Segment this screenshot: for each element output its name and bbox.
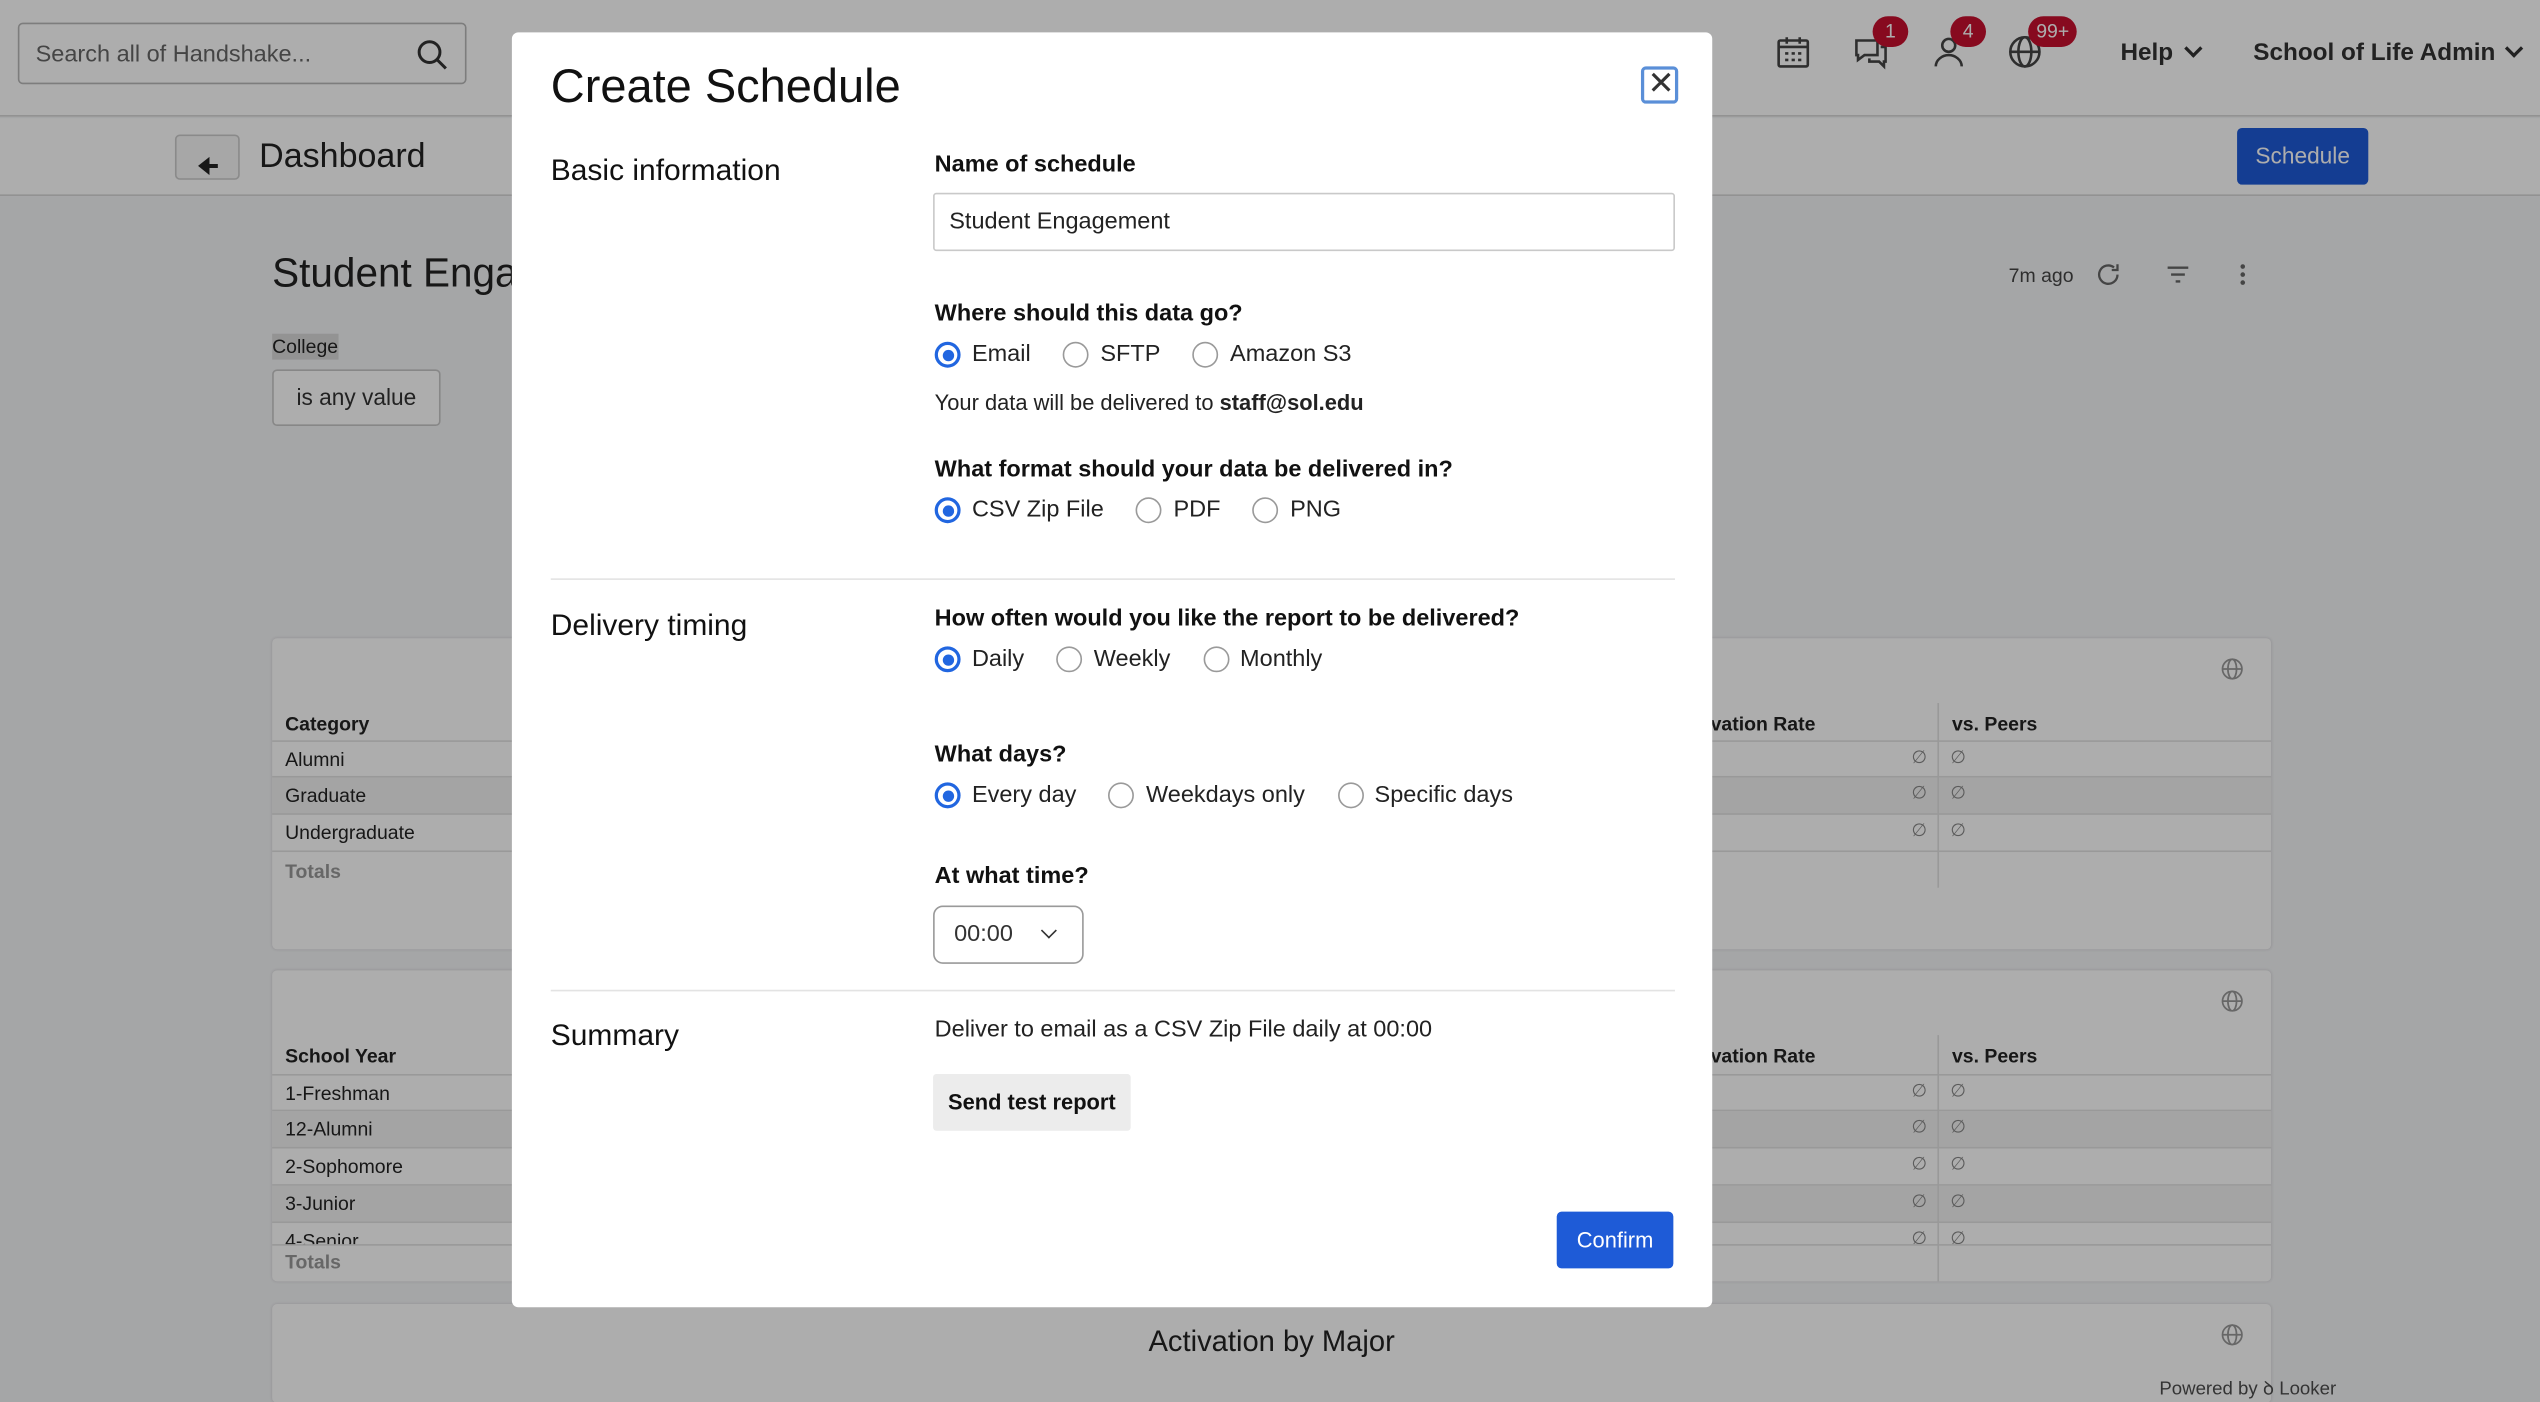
format-question: What format should your data be delivere…	[934, 456, 1453, 483]
radio-label: PDF	[1173, 497, 1221, 524]
radio-csv-zip[interactable]: CSV Zip File	[934, 497, 1104, 524]
days-radio-group: Every day Weekdays only Specific days	[934, 782, 1546, 809]
section-heading-basic: Basic information	[550, 152, 781, 187]
destination-radio-group: Email SFTP Amazon S3	[934, 341, 1384, 368]
radio-png[interactable]: PNG	[1252, 497, 1341, 524]
powered-by: Powered by ꝺ Looker	[2159, 1380, 2337, 1400]
radio-label: Weekly	[1093, 646, 1171, 673]
delivery-note-text: Your data will be delivered to	[934, 390, 1220, 415]
time-value: 00:00	[954, 921, 1013, 948]
section-heading-timing: Delivery timing	[550, 607, 748, 642]
schedule-name-input[interactable]	[933, 192, 1675, 252]
section-divider	[550, 989, 1675, 992]
summary-text: Deliver to email as a CSV Zip File daily…	[934, 1017, 1433, 1044]
name-question: Name of schedule	[934, 152, 1136, 179]
format-radio-group: CSV Zip File PDF PNG	[934, 497, 1374, 524]
dialog-title: Create Schedule	[550, 61, 901, 114]
radio-button[interactable]	[1108, 782, 1135, 809]
radio-label: SFTP	[1100, 341, 1161, 368]
radio-button[interactable]	[1202, 646, 1229, 673]
delivery-note: Your data will be delivered to staff@sol…	[935, 390, 1364, 414]
radio-label: Daily	[971, 646, 1025, 673]
radio-amazon-s3[interactable]: Amazon S3	[1192, 341, 1352, 368]
radio-email[interactable]: Email	[934, 341, 1031, 368]
radio-button[interactable]	[1056, 646, 1083, 673]
radio-button[interactable]	[934, 646, 961, 673]
radio-button[interactable]	[1136, 497, 1163, 524]
frequency-question: How often would you like the report to b…	[934, 605, 1520, 632]
radio-button[interactable]	[1063, 341, 1090, 368]
time-question: At what time?	[934, 863, 1089, 890]
radio-button[interactable]	[934, 497, 961, 524]
send-test-report-button[interactable]: Send test report	[933, 1073, 1131, 1131]
days-question: What days?	[934, 741, 1067, 768]
radio-every-day[interactable]: Every day	[934, 782, 1077, 809]
time-select[interactable]: 00:00	[933, 905, 1084, 964]
radio-weekly[interactable]: Weekly	[1056, 646, 1171, 673]
radio-button[interactable]	[1252, 497, 1279, 524]
radio-specific-days[interactable]: Specific days	[1337, 782, 1513, 809]
radio-label: Weekdays only	[1146, 782, 1305, 809]
chevron-down-icon	[1040, 922, 1057, 939]
radio-monthly[interactable]: Monthly	[1202, 646, 1323, 673]
radio-button[interactable]	[1192, 341, 1219, 368]
radio-label: CSV Zip File	[971, 497, 1104, 524]
section-divider	[550, 578, 1675, 580]
radio-sftp[interactable]: SFTP	[1063, 341, 1161, 368]
destination-question: Where should this data go?	[934, 301, 1243, 328]
section-heading-summary: Summary	[550, 1017, 679, 1052]
close-icon: ✕	[1647, 66, 1675, 103]
radio-button[interactable]	[934, 782, 961, 809]
screen: Search all of Handshake... 1 4 99+ Help	[0, 0, 2540, 1402]
radio-label: Every day	[971, 782, 1077, 809]
radio-label: Amazon S3	[1230, 341, 1352, 368]
delivery-email: staff@sol.edu	[1219, 390, 1364, 415]
radio-label: Monthly	[1240, 646, 1323, 673]
radio-button[interactable]	[934, 341, 961, 368]
radio-weekdays-only[interactable]: Weekdays only	[1108, 782, 1305, 809]
radio-label: Specific days	[1374, 782, 1513, 809]
radio-label: PNG	[1290, 497, 1341, 524]
radio-pdf[interactable]: PDF	[1136, 497, 1221, 524]
create-schedule-dialog: Create Schedule ✕ Basic information Name…	[511, 32, 1713, 1308]
radio-daily[interactable]: Daily	[934, 646, 1025, 673]
confirm-button[interactable]: Confirm	[1556, 1211, 1674, 1269]
radio-label: Email	[971, 341, 1031, 368]
frequency-radio-group: Daily Weekly Monthly	[934, 646, 1355, 673]
radio-button[interactable]	[1337, 782, 1364, 809]
close-button[interactable]: ✕	[1640, 66, 1679, 104]
